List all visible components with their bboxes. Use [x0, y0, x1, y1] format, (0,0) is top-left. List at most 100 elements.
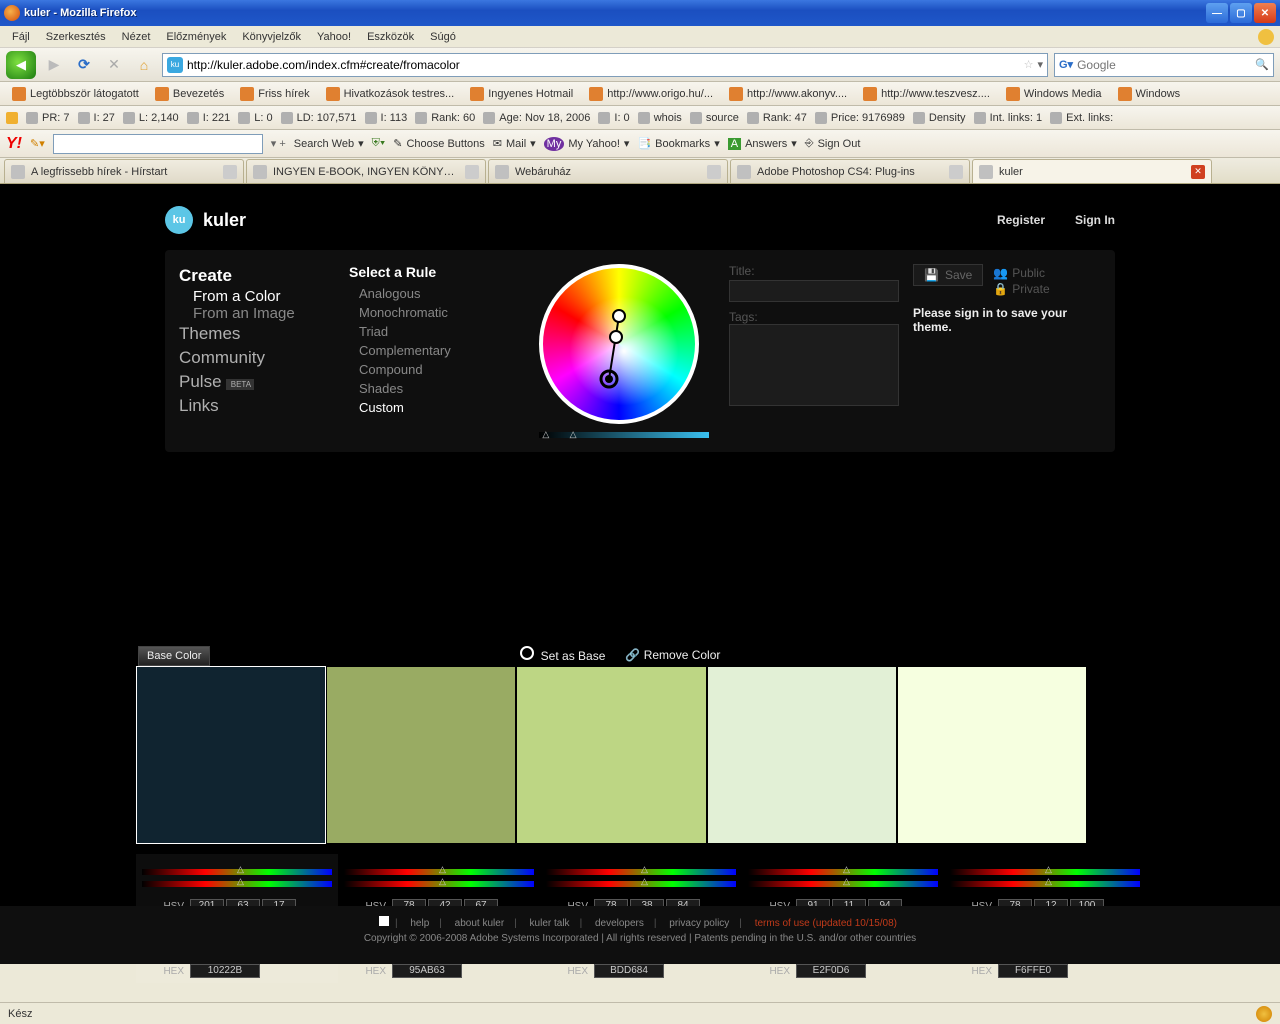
search-box[interactable]: G▾ 🔍: [1054, 53, 1274, 77]
tab[interactable]: kuler✕: [972, 159, 1212, 183]
tab[interactable]: A legfrissebb hírek - Hírstart: [4, 159, 244, 183]
nav-subitem[interactable]: From an Image: [179, 305, 329, 322]
seo-settings-icon[interactable]: [6, 112, 18, 124]
bookmark-item[interactable]: Windows: [1112, 85, 1187, 103]
save-button[interactable]: 💾Save: [913, 264, 983, 286]
nav-item[interactable]: Pulse BETA: [179, 370, 329, 394]
url-input[interactable]: [187, 58, 1020, 72]
color-wheel[interactable]: [539, 264, 699, 424]
stop-button[interactable]: ✕: [102, 53, 126, 77]
theme-title-input[interactable]: [729, 280, 899, 302]
rule-item[interactable]: Triad: [349, 322, 519, 341]
rule-item[interactable]: Compound: [349, 360, 519, 379]
forward-button[interactable]: ▶: [42, 53, 66, 77]
public-option[interactable]: 👥 Public: [993, 266, 1049, 280]
seo-item[interactable]: L: 2,140: [123, 112, 179, 124]
ybar-choose[interactable]: ✎ Choose Buttons: [393, 137, 485, 150]
menu-yahoo[interactable]: Yahoo!: [309, 28, 359, 46]
menu-file[interactable]: Fájl: [4, 28, 38, 46]
tab[interactable]: Webáruház: [488, 159, 728, 183]
bookmark-item[interactable]: Windows Media: [1000, 85, 1108, 103]
foot-privacy[interactable]: privacy policy: [669, 918, 729, 929]
window-close[interactable]: ✕: [1254, 3, 1276, 23]
hex-cell[interactable]: 10222B: [190, 964, 260, 978]
bookmark-item[interactable]: Ingyenes Hotmail: [464, 85, 579, 103]
signin-link[interactable]: Sign In: [1075, 213, 1115, 227]
bookmark-item[interactable]: Friss hírek: [234, 85, 315, 103]
bookmark-item[interactable]: http://www.teszvesz....: [857, 85, 996, 103]
tab-close[interactable]: [465, 165, 479, 179]
nav-item[interactable]: Themes: [179, 322, 329, 346]
foot-talk[interactable]: kuler talk: [530, 918, 570, 929]
bookmark-item[interactable]: http://www.origo.hu/...: [583, 85, 719, 103]
remove-color[interactable]: 🔗 Remove Color: [625, 648, 720, 662]
swatch[interactable]: [897, 666, 1087, 844]
nav-item[interactable]: Links: [179, 394, 329, 418]
tab[interactable]: Adobe Photoshop CS4: Plug-ins: [730, 159, 970, 183]
bookmark-item[interactable]: Legtöbbször látogatott: [6, 85, 145, 103]
back-button[interactable]: ◀: [6, 51, 36, 79]
bookmark-item[interactable]: Hivatkozások testres...: [320, 85, 461, 103]
window-maximize[interactable]: ▢: [1230, 3, 1252, 23]
seo-item[interactable]: I: 0: [598, 112, 629, 124]
slider[interactable]: △: [748, 869, 938, 875]
seo-item[interactable]: Ext. links:: [1050, 112, 1113, 124]
menu-history[interactable]: Előzmények: [158, 28, 234, 46]
swatch[interactable]: [516, 666, 706, 844]
ybar-bookmarks[interactable]: 📑 Bookmarks ▾: [637, 137, 719, 150]
set-as-base[interactable]: Set as Base: [520, 646, 605, 663]
url-bar[interactable]: ku ☆ ▾: [162, 53, 1048, 77]
tab-close[interactable]: [707, 165, 721, 179]
menu-help[interactable]: Súgó: [422, 28, 464, 46]
ybar-signout[interactable]: ⎆ Sign Out: [805, 137, 861, 150]
slider[interactable]: △: [142, 869, 332, 875]
tab-close[interactable]: ✕: [1191, 165, 1205, 179]
seo-item[interactable]: Int. links: 1: [974, 112, 1043, 124]
ybar-searchweb[interactable]: Search Web ▾: [294, 137, 364, 150]
slider[interactable]: △: [950, 881, 1140, 887]
seo-item[interactable]: Rank: 47: [747, 112, 807, 124]
yahoo-search-dropdown[interactable]: ▾ +: [271, 137, 286, 150]
tab-close[interactable]: [949, 165, 963, 179]
reload-button[interactable]: ⟳: [72, 53, 96, 77]
hex-cell[interactable]: F6FFE0: [998, 964, 1068, 978]
search-input[interactable]: [1077, 58, 1251, 72]
ybar-myyahoo[interactable]: My My Yahoo! ▾: [544, 137, 630, 151]
slider[interactable]: △: [950, 869, 1140, 875]
rule-item[interactable]: Shades: [349, 379, 519, 398]
slider[interactable]: △: [748, 881, 938, 887]
seo-item[interactable]: source: [690, 112, 739, 124]
seo-item[interactable]: whois: [638, 112, 682, 124]
foot-help[interactable]: help: [410, 918, 429, 929]
hex-cell[interactable]: 95AB63: [392, 964, 462, 978]
shield-icon[interactable]: ⛨▾: [372, 137, 386, 150]
seo-item[interactable]: I: 113: [365, 112, 408, 124]
ybar-answers[interactable]: A Answers ▾: [728, 137, 797, 150]
seo-item[interactable]: I: 221: [187, 112, 231, 124]
search-icon[interactable]: 🔍: [1255, 58, 1269, 71]
menu-view[interactable]: Nézet: [114, 28, 159, 46]
seo-item[interactable]: Rank: 60: [415, 112, 475, 124]
slider[interactable]: △: [142, 881, 332, 887]
ybar-mail[interactable]: ✉ Mail ▾: [493, 137, 536, 150]
slider[interactable]: △: [344, 881, 534, 887]
hex-cell[interactable]: E2F0D6: [796, 964, 866, 978]
foot-about[interactable]: about kuler: [455, 918, 504, 929]
tab[interactable]: INGYEN E-BOOK, INGYEN KÖNYV, SZA...: [246, 159, 486, 183]
swatch[interactable]: [326, 666, 516, 844]
yahoo-search-input[interactable]: [53, 134, 263, 154]
star-icon[interactable]: ☆: [1024, 58, 1034, 71]
nav-subitem[interactable]: From a Color: [179, 288, 329, 305]
seo-item[interactable]: I: 27: [78, 112, 115, 124]
menu-tools[interactable]: Eszközök: [359, 28, 422, 46]
slider[interactable]: △: [344, 869, 534, 875]
rule-item[interactable]: Complementary: [349, 341, 519, 360]
nav-item[interactable]: Create: [179, 264, 329, 288]
nav-item[interactable]: Community: [179, 346, 329, 370]
seo-item[interactable]: L: 0: [238, 112, 272, 124]
menu-bookmarks[interactable]: Könyvjelzők: [234, 28, 309, 46]
tab-close[interactable]: [223, 165, 237, 179]
menu-edit[interactable]: Szerkesztés: [38, 28, 114, 46]
seo-item[interactable]: LD: 107,571: [281, 112, 357, 124]
foot-terms[interactable]: terms of use (updated 10/15/08): [755, 918, 897, 929]
